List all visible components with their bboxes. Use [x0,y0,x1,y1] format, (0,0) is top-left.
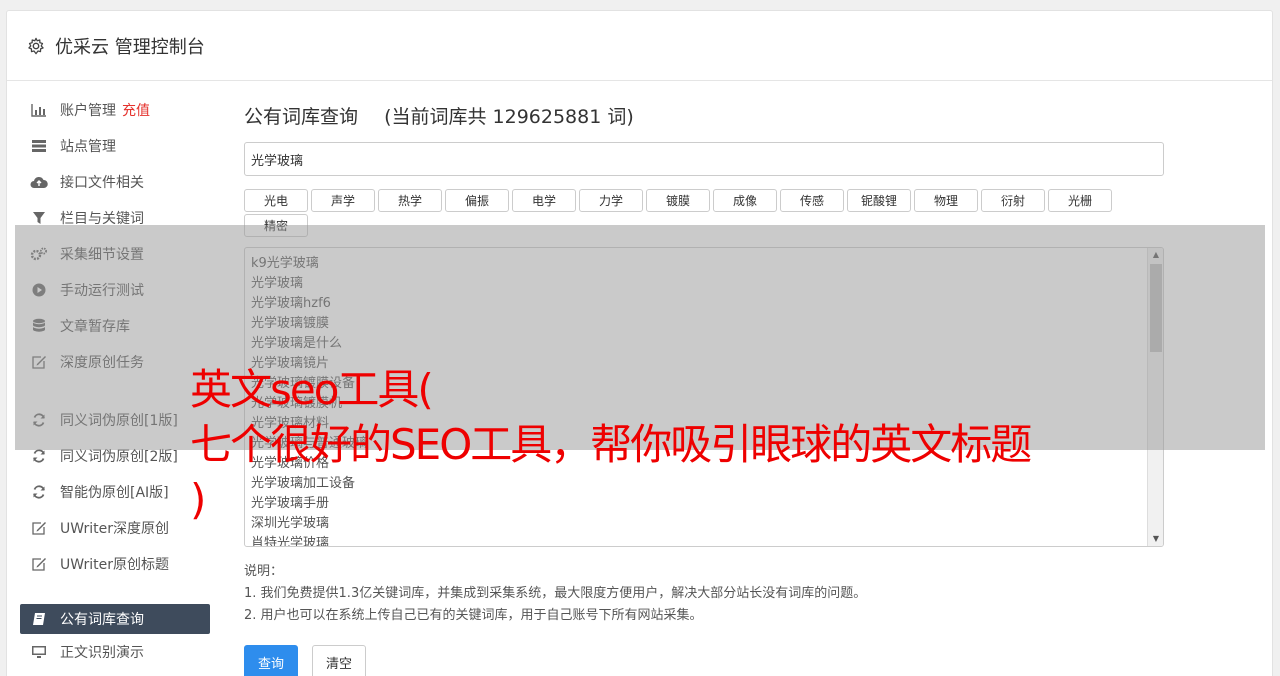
sidebar-item-label: 站点管理 [60,139,116,155]
notes-title: 说明： [244,564,284,579]
tag-button[interactable]: 镀膜 [646,189,710,212]
sidebar-item-interface-files[interactable]: 接口文件相关 [20,164,210,200]
refresh-icon [30,484,48,500]
keyword-search-input[interactable] [244,142,1164,176]
page-header: 优采云 管理控制台 [7,11,1272,81]
overlay-headline: 英文seo工具( 七个很好的SEO工具，帮你吸引眼球的英文标题 ) [190,362,1110,527]
tag-button[interactable]: 传感 [780,189,844,212]
sidebar-item-public-lexicon[interactable]: 公有词库查询 [20,604,210,634]
sidebar-item-label: 接口文件相关 [60,175,144,191]
sidebar-item-account[interactable]: 账户管理 充值 [20,92,210,128]
tag-button[interactable]: 衍射 [981,189,1045,212]
headline-line: 七个很好的SEO工具，帮你吸引眼球的英文标题 [190,420,1032,469]
tag-button[interactable]: 偏振 [445,189,509,212]
tag-button[interactable]: 物理 [914,189,978,212]
bar-chart-icon [30,102,48,118]
tag-button[interactable]: 铌酸锂 [847,189,911,212]
action-buttons: 查询 清空 [244,645,1164,676]
sidebar-item-label: 智能伪原创[AI版] [60,485,169,501]
sidebar-item-uwriter-deep[interactable]: UWriter深度原创 [20,510,210,546]
book-icon [30,611,48,627]
tag-button[interactable]: 热学 [378,189,442,212]
app-title: 优采云 管理控制台 [55,36,205,58]
edit-icon [30,556,48,572]
nav-divider [20,582,210,604]
sidebar-item-ai-rewrite[interactable]: 智能伪原创[AI版] [20,474,210,510]
scroll-down-arrow-icon[interactable]: ▼ [1148,532,1163,546]
server-icon [30,138,48,154]
filter-icon [30,210,48,226]
sidebar-item-label: UWriter深度原创 [60,521,169,537]
tag-button[interactable]: 成像 [713,189,777,212]
recharge-link[interactable]: 充值 [122,100,150,120]
sidebar-item-label: 正文识别演示 [60,645,144,661]
page-title-text: 公有词库查询 [244,106,359,128]
query-button[interactable]: 查询 [244,645,298,676]
notes-section: 说明： 1. 我们免费提供1.3亿关键词库，并集成到采集系统，最大限度方便用户，… [244,561,1164,627]
edit-icon [30,520,48,536]
tag-button[interactable]: 光栅 [1048,189,1112,212]
refresh-icon [30,448,48,464]
clear-button[interactable]: 清空 [312,645,366,676]
sidebar-item-sites[interactable]: 站点管理 [20,128,210,164]
gear-icon [28,37,44,54]
sidebar-item-uwriter-title[interactable]: UWriter原创标题 [20,546,210,582]
lexicon-count: (当前词库共 129625881 词) [384,106,634,128]
tag-button[interactable]: 光电 [244,189,308,212]
sidebar-item-label: UWriter原创标题 [60,557,169,573]
tag-button[interactable]: 电学 [512,189,576,212]
note-line: 1. 我们免费提供1.3亿关键词库，并集成到采集系统，最大限度方便用户，解决大部… [244,586,867,601]
cloud-upload-icon [30,174,48,190]
sidebar-item-label: 公有词库查询 [60,612,144,628]
monitor-icon [30,644,48,660]
sidebar-item-text-recognition[interactable]: 正文识别演示 [20,634,210,670]
page-title: 公有词库查询 (当前词库共 129625881 词) [244,102,1164,128]
sidebar-item-label: 账户管理 [60,103,116,119]
headline-line: ) [190,475,206,524]
note-line: 2. 用户也可以在系统上传自己已有的关键词库，用于自己账号下所有网站采集。 [244,608,703,623]
tag-button[interactable]: 声学 [311,189,375,212]
tag-button[interactable]: 力学 [579,189,643,212]
list-item[interactable]: 肖特光学玻璃 [251,534,1157,546]
headline-line: 英文seo工具( [190,365,434,414]
